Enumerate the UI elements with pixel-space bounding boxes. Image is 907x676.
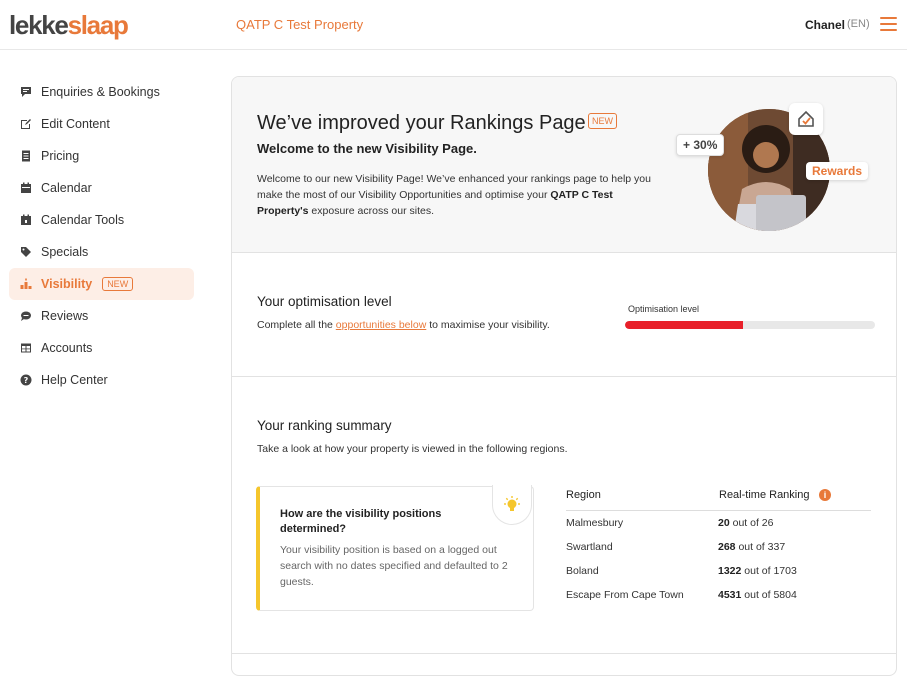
table-icon xyxy=(20,342,32,354)
sidebar-item-label: Enquiries & Bookings xyxy=(41,85,160,99)
sidebar-item-enquiries-bookings[interactable]: Enquiries & Bookings xyxy=(9,76,194,108)
svg-text:?: ? xyxy=(24,376,29,385)
sidebar-item-reviews[interactable]: Reviews xyxy=(9,300,194,332)
sidebar-item-calendar[interactable]: Calendar xyxy=(9,172,194,204)
sidebar-item-edit-content[interactable]: Edit Content xyxy=(9,108,194,140)
sidebar-item-pricing[interactable]: Pricing xyxy=(9,140,194,172)
table-row-region: Escape From Cape Town xyxy=(566,589,684,601)
ranking-summary-section: Your ranking summary Take a look at how … xyxy=(232,378,896,654)
visibility-panel: We’ve improved your Rankings Page NEW We… xyxy=(231,76,897,676)
optimisation-title: Your optimisation level xyxy=(257,294,392,309)
sidebar-item-specials[interactable]: Specials xyxy=(9,236,194,268)
sidebar-item-visibility[interactable]: Visibility NEW xyxy=(9,268,194,300)
sidebar-item-label: Calendar Tools xyxy=(41,213,125,227)
info-card-title: How are the visibility positions determi… xyxy=(280,508,442,535)
table-row-rank: 20 out of 26 xyxy=(718,517,774,529)
chat-icon xyxy=(20,86,32,98)
hero-section: We’ve improved your Rankings Page NEW We… xyxy=(232,77,896,253)
help-icon: ? xyxy=(20,374,32,386)
calendar-tools-icon xyxy=(20,214,32,226)
calendar-icon xyxy=(20,182,32,194)
table-row-rank: 1322 out of 1703 xyxy=(718,565,797,577)
info-card-text: Your visibility position is based on a l… xyxy=(280,544,508,588)
sidebar-item-label: Calendar xyxy=(41,181,92,195)
sidebar-item-label: Visibility xyxy=(41,277,93,291)
table-row-region: Boland xyxy=(566,565,599,577)
table-row-region: Malmesbury xyxy=(566,517,624,529)
top-header: lekkeslaap QATP C Test Property Chanel (… xyxy=(0,0,907,50)
table-row-region: Swartland xyxy=(566,541,613,553)
podium-icon xyxy=(20,278,32,290)
sidebar-item-calendar-tools[interactable]: Calendar Tools xyxy=(9,204,194,236)
tag-icon xyxy=(20,246,32,258)
sidebar-item-help-center[interactable]: ? Help Center xyxy=(9,364,194,396)
optimisation-bar-label: Optimisation level xyxy=(628,304,700,314)
column-header-ranking: Real-time Ranking xyxy=(719,489,810,501)
house-check-icon xyxy=(789,103,823,135)
opportunities-link[interactable]: opportunities below xyxy=(336,319,426,331)
ranking-subtitle: Take a look at how your property is view… xyxy=(257,443,568,455)
new-badge: NEW xyxy=(588,113,617,129)
new-badge: NEW xyxy=(102,277,134,291)
info-icon[interactable]: i xyxy=(819,489,831,501)
lekkeslaap-logo[interactable]: lekkeslaap xyxy=(9,11,129,39)
sidebar-item-label: Help Center xyxy=(41,373,108,387)
comment-icon xyxy=(20,310,32,322)
optimisation-text: Complete all the opportunities below to … xyxy=(257,319,550,331)
language-selector[interactable]: (EN) xyxy=(847,18,870,30)
sidebar-item-label: Edit Content xyxy=(41,117,110,131)
percent-chip: + 30% xyxy=(676,134,725,156)
optimisation-progress-bar xyxy=(625,321,875,329)
optimisation-section: Your optimisation level Complete all the… xyxy=(232,254,896,377)
ranking-title: Your ranking summary xyxy=(257,418,392,433)
visibility-info-card: How are the visibility positions determi… xyxy=(256,485,534,611)
sidebar-item-accounts[interactable]: Accounts xyxy=(9,332,194,364)
property-name[interactable]: QATP C Test Property xyxy=(236,17,363,32)
table-row-rank: 4531 out of 5804 xyxy=(718,589,797,601)
hero-subtitle: Welcome to the new Visibility Page. xyxy=(257,141,477,156)
sidebar-item-label: Specials xyxy=(41,245,89,259)
sidebar-item-label: Pricing xyxy=(41,149,80,163)
edit-icon xyxy=(20,118,32,130)
table-divider xyxy=(566,510,871,511)
table-row-rank: 268 out of 337 xyxy=(718,541,786,553)
page-title: We’ve improved your Rankings Page xyxy=(257,112,586,134)
column-header-region: Region xyxy=(566,489,601,501)
sidebar-item-label: Accounts xyxy=(41,341,93,355)
lightbulb-icon xyxy=(492,485,532,525)
user-name[interactable]: Chanel xyxy=(805,18,845,32)
document-icon xyxy=(20,150,32,162)
hero-description: Welcome to our new Visibility Page! We’v… xyxy=(257,173,651,217)
hamburger-menu-icon[interactable] xyxy=(880,17,897,31)
rewards-chip: Rewards xyxy=(806,162,869,180)
sidebar-nav: Enquiries & Bookings Edit Content Pricin… xyxy=(0,76,200,396)
sidebar-item-label: Reviews xyxy=(41,309,89,323)
optimisation-progress-fill xyxy=(625,321,743,329)
